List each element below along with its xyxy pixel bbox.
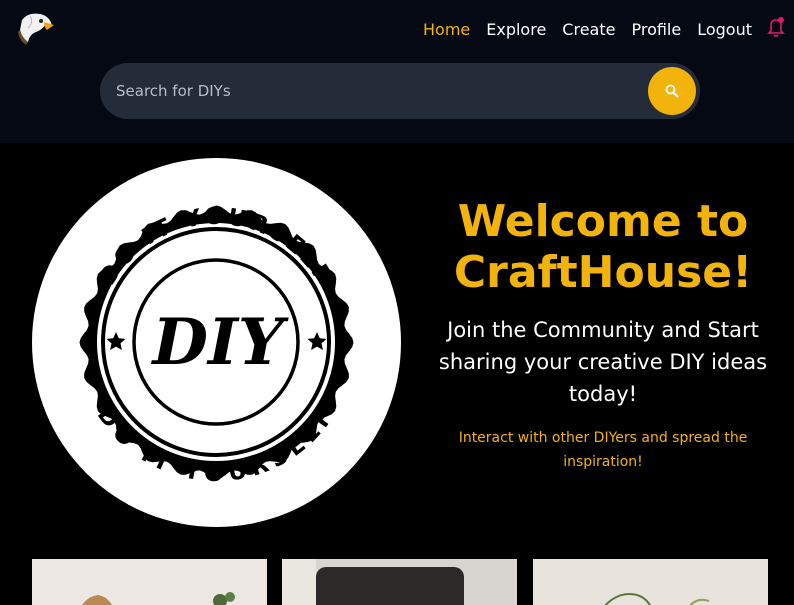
diy-card-1[interactable] <box>32 559 267 605</box>
search-icon <box>665 84 679 98</box>
top-navbar: Home Explore Create Profile Logout <box>0 0 794 143</box>
diy-emblem-image: DO IT YOURSELF DO IT YOURSELF DIY <box>32 158 401 527</box>
nav-home[interactable]: Home <box>423 20 470 39</box>
search-input[interactable] <box>116 63 636 119</box>
card-3-image <box>533 559 768 605</box>
hero-title: Welcome to CraftHouse! <box>453 196 753 298</box>
diy-card-3[interactable] <box>533 559 768 605</box>
hero-text-block: Welcome to CraftHouse! Join the Communit… <box>436 196 770 474</box>
nav-logout[interactable]: Logout <box>697 20 752 39</box>
eagle-logo-icon[interactable] <box>16 10 56 46</box>
hero-note: Interact with other DIYers and spread th… <box>458 430 748 470</box>
nav-create[interactable]: Create <box>562 20 615 39</box>
emblem-center-text: DIY <box>150 305 288 380</box>
nav-explore[interactable]: Explore <box>486 20 546 39</box>
main-nav: Home Explore Create Profile Logout <box>423 20 752 39</box>
bell-icon[interactable] <box>766 16 786 38</box>
hero-subtitle: Join the Community and Start sharing you… <box>438 318 768 406</box>
diy-card-2[interactable] <box>282 559 517 605</box>
card-1-image <box>32 559 267 605</box>
diy-badge: DO IT YOURSELF DO IT YOURSELF DIY <box>79 204 354 487</box>
card-2-image <box>282 559 517 605</box>
search-bar <box>100 63 700 119</box>
nav-profile[interactable]: Profile <box>631 20 681 39</box>
search-button[interactable] <box>648 67 696 115</box>
